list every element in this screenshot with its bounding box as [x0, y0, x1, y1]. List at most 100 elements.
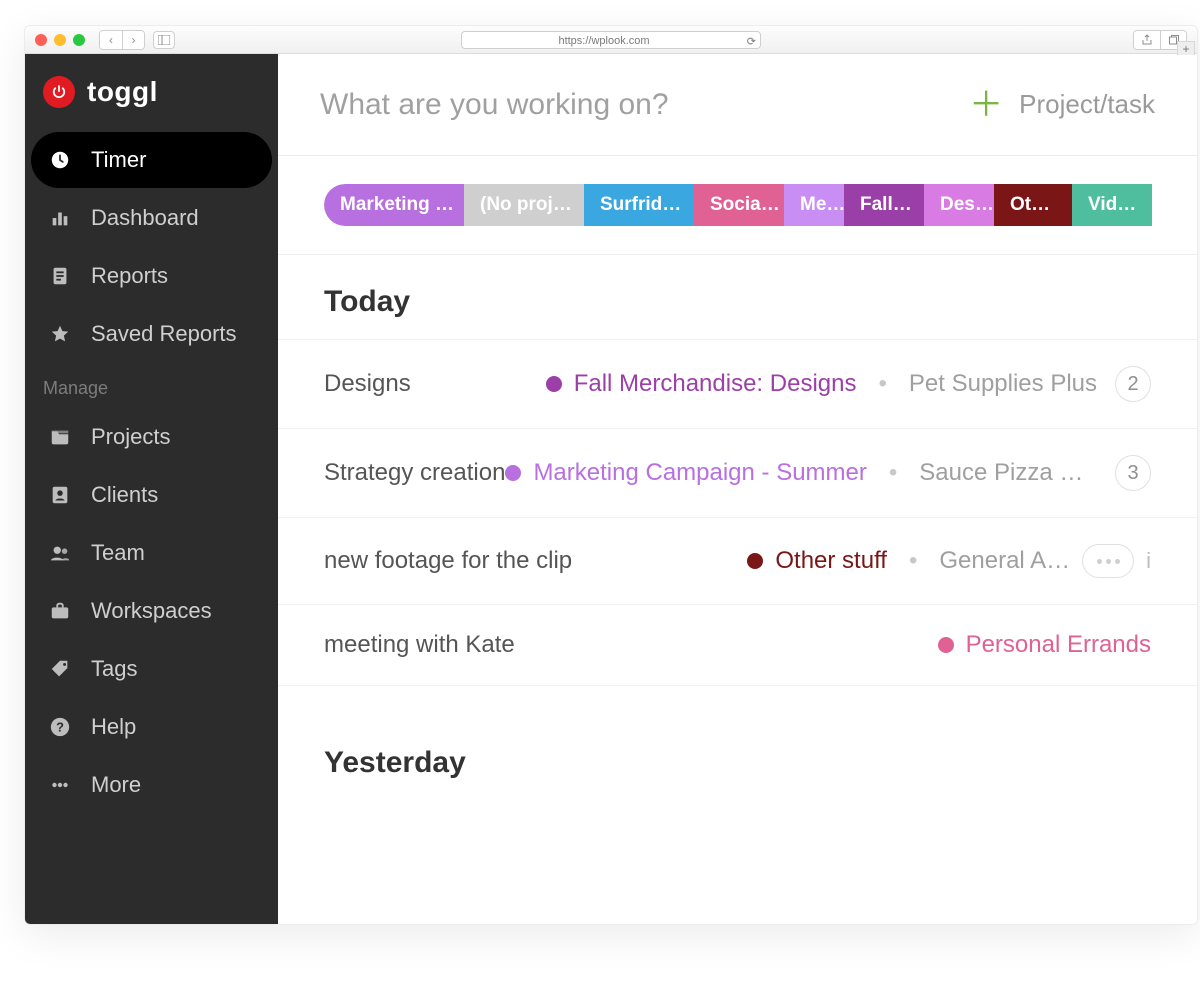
browser-window: ‹ › https://wplook.com ⟳ + [24, 25, 1198, 925]
project-pill[interactable]: Me… [784, 184, 844, 226]
entry-project: Fall Merchandise: Designs • Pet Supplies P… [546, 370, 1097, 398]
project-pill[interactable]: Vid… [1072, 184, 1152, 226]
sidebar-item-help[interactable]: ? Help [31, 699, 272, 755]
sidebar-item-saved-reports[interactable]: Saved Reports [31, 306, 272, 362]
star-icon [47, 321, 73, 347]
entry-client-name: Pet Supplies Plus [909, 370, 1097, 398]
sidebar-item-label: Saved Reports [91, 321, 237, 347]
sidebar-toggle-button[interactable] [153, 31, 175, 49]
project-color-dot [747, 553, 763, 569]
sidebar-item-timer[interactable]: Timer [31, 132, 272, 188]
project-task-label: Project/task [1019, 89, 1155, 120]
maximize-window-icon[interactable] [73, 34, 85, 46]
app-shell: toggl Timer Dashboard Reports Saved Reports… [25, 54, 1197, 924]
sidebar-item-team[interactable]: Team [31, 525, 272, 581]
entry-project: Other stuff•General A… [747, 547, 1070, 575]
svg-text:?: ? [56, 720, 64, 735]
main-content: ＋ Project/task Marketing … (No proj… Surfr… [278, 54, 1197, 924]
separator-dot: • [878, 370, 886, 398]
project-color-dot [505, 465, 521, 481]
browser-titlebar: ‹ › https://wplook.com ⟳ + [25, 26, 1197, 54]
sidebar-item-tags[interactable]: Tags [31, 641, 272, 697]
project-pill-label: (No proj… [480, 194, 572, 216]
help-icon: ? [47, 714, 73, 740]
project-pill[interactable]: Des… [924, 184, 994, 226]
doc-icon [47, 263, 73, 289]
project-task-button[interactable]: ＋ Project/task [969, 88, 1155, 122]
bars-icon [47, 205, 73, 231]
reload-icon[interactable]: ⟳ [747, 33, 756, 51]
time-entry-row[interactable]: meeting with KatePersonal Errands [278, 604, 1197, 686]
close-window-icon[interactable] [35, 34, 47, 46]
sidebar-item-dashboard[interactable]: Dashboard [31, 190, 272, 246]
project-pills: Marketing … (No proj… Surfrid… Socia… Me…Fal… [324, 184, 1197, 226]
entry-project: Marketing Campaign - Summer•Sauce Pizza … [505, 459, 1097, 487]
project-pill[interactable]: (No proj… [464, 184, 584, 226]
project-color-dot [938, 637, 954, 653]
sidebar: toggl Timer Dashboard Reports Saved Reports… [25, 54, 278, 924]
person-icon [47, 482, 73, 508]
new-tab-button[interactable]: + [1177, 41, 1195, 55]
entry-project-name: Marketing Campaign - Summer [533, 459, 866, 487]
address-bar: https://wplook.com ⟳ [461, 31, 761, 49]
tag-icon [47, 656, 73, 682]
sidebar-item-label: Tags [91, 656, 137, 682]
section-heading-today: Today [278, 255, 1197, 339]
nav-primary: Timer Dashboard Reports Saved Reports [25, 132, 278, 362]
sidebar-item-label: Dashboard [91, 205, 199, 231]
project-pill-label: Marketing … [340, 194, 454, 216]
sidebar-item-label: Workspaces [91, 598, 212, 624]
entry-client-name: General A… [939, 547, 1070, 575]
entry-project-name: Fall Merchandise: Designs [574, 370, 857, 398]
project-pill[interactable]: Marketing … [324, 184, 464, 226]
time-entry-row[interactable]: new footage for the clip Other stuff•Gene… [278, 517, 1197, 604]
sidebar-item-projects[interactable]: Projects [31, 409, 272, 465]
entry-title: new footage for the clip [324, 547, 572, 575]
project-pill-label: Me… [800, 194, 844, 216]
sidebar-item-reports[interactable]: Reports [31, 248, 272, 304]
sidebar-item-label: Clients [91, 482, 158, 508]
time-entry-row[interactable]: Strategy creation Marketing Campaign - Su… [278, 428, 1197, 517]
forward-button[interactable]: › [122, 31, 144, 49]
task-input[interactable] [320, 88, 969, 122]
brand-text: toggl [87, 76, 158, 108]
project-color-dot [546, 376, 562, 392]
brand: toggl [25, 66, 278, 130]
minimize-window-icon[interactable] [54, 34, 66, 46]
section-heading-yesterday: Yesterday [278, 716, 1197, 800]
entry-count-badge[interactable]: 3 [1115, 455, 1151, 491]
time-entry-row[interactable]: DesignsFall Merchandise: Designs•Pet Sup… [278, 339, 1197, 428]
share-button[interactable] [1134, 31, 1160, 49]
sidebar-item-clients[interactable]: Clients [31, 467, 272, 523]
project-pill[interactable]: Fall… [844, 184, 924, 226]
sidebar-item-label: More [91, 772, 141, 798]
url-field[interactable]: https://wplook.com ⟳ [461, 31, 761, 49]
project-pill[interactable]: Ot… [994, 184, 1072, 226]
nav-manage: Projects Clients Team Workspaces Tags? Help Mo… [25, 409, 278, 813]
folder-icon [47, 424, 73, 450]
project-pill-label: Surfrid… [600, 194, 681, 216]
briefcase-icon [47, 598, 73, 624]
project-pill-label: Des… [940, 194, 994, 216]
entries-today: DesignsFall Merchandise: Designs•Pet Sup… [278, 339, 1197, 686]
window-controls [35, 34, 85, 46]
people-icon [47, 540, 73, 566]
clock-icon [47, 147, 73, 173]
sidebar-item-label: Help [91, 714, 136, 740]
entry-count-badge[interactable]: 2 [1115, 366, 1151, 402]
entry-title: Strategy creation [324, 459, 505, 487]
separator-dot: • [889, 459, 897, 487]
more-icon [47, 772, 73, 798]
project-pill[interactable]: Socia… [694, 184, 784, 226]
sidebar-item-workspaces[interactable]: Workspaces [31, 583, 272, 639]
entry-project-name: Personal Errands [966, 631, 1151, 659]
entry-more-button[interactable] [1082, 544, 1134, 578]
back-button[interactable]: ‹ [100, 31, 122, 49]
url-text: https://wplook.com [558, 35, 649, 47]
sidebar-item-label: Team [91, 540, 145, 566]
brand-power-icon [43, 76, 75, 108]
project-pill-label: Ot… [1010, 194, 1050, 216]
sidebar-section-manage: Manage [25, 364, 278, 407]
sidebar-item-more[interactable]: More [31, 757, 272, 813]
project-pill[interactable]: Surfrid… [584, 184, 694, 226]
